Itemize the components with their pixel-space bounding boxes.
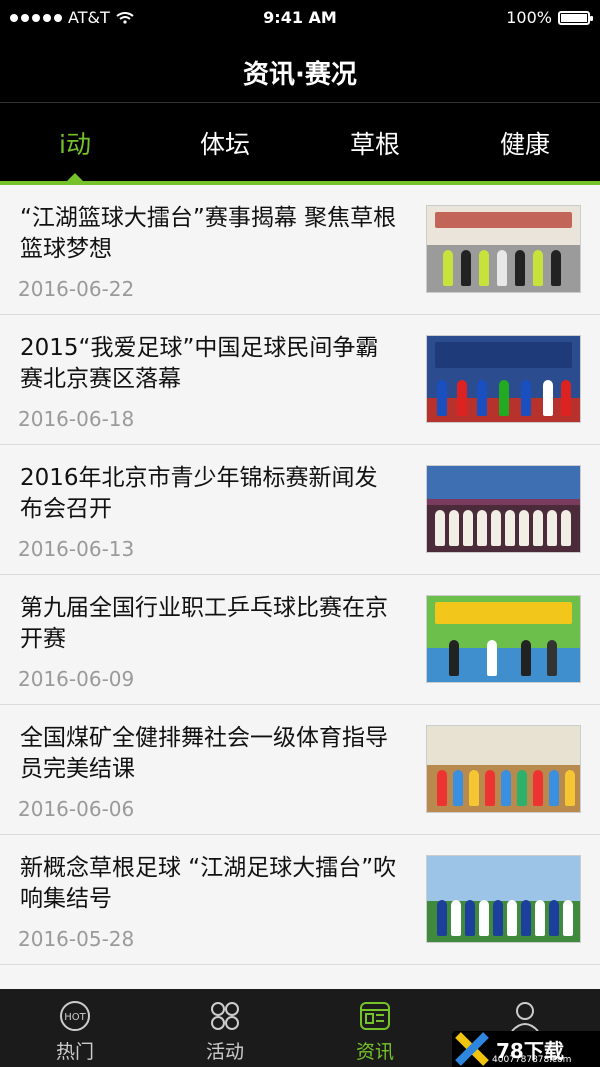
- battery-icon: [558, 10, 593, 25]
- app-screen: AT&T 9:41 AM 100% 资讯·赛况 i动 体坛 草根 健康 “江湖篮…: [0, 0, 600, 1067]
- nav-bar: 资讯·赛况: [0, 36, 600, 103]
- hot-icon: HOT: [60, 1001, 90, 1031]
- news-date: 2016-06-22: [18, 277, 135, 301]
- news-thumbnail: [426, 595, 581, 683]
- category-tabs: i动 体坛 草根 健康: [0, 103, 600, 182]
- bottom-tab-hot[interactable]: HOT 热门: [0, 989, 150, 1067]
- news-title: 2015“我爱足球”中国足球民间争霸赛北京赛区落幕: [20, 335, 379, 392]
- news-item[interactable]: 全国煤矿全健排舞社会一级体育指导员完美结课 2016-06-06: [0, 705, 600, 835]
- news-date: 2016-06-09: [18, 667, 135, 691]
- bottom-tab-activity[interactable]: 活动: [150, 989, 300, 1067]
- news-thumbnail: [426, 335, 581, 423]
- watermark-site: 4007787878.com: [492, 1055, 572, 1065]
- news-date: 2016-06-13: [18, 537, 135, 561]
- news-title: 2016年北京市青少年锦标赛新闻发布会召开: [20, 465, 378, 522]
- news-title: 全国煤矿全健排舞社会一级体育指导员完美结课: [20, 725, 388, 782]
- watermark-logo-icon: [455, 1032, 489, 1066]
- tab-jiankang[interactable]: 健康: [450, 103, 600, 181]
- tab-label: 健康: [499, 130, 550, 159]
- battery-percent: 100%: [506, 8, 552, 27]
- news-item[interactable]: 2016年北京市青少年锦标赛新闻发布会召开 2016-06-13: [0, 445, 600, 575]
- news-icon: [360, 1002, 390, 1030]
- watermark: 78下载 4007787878.com: [452, 1031, 600, 1067]
- svg-text:HOT: HOT: [64, 1012, 86, 1023]
- profile-icon: [511, 1002, 539, 1032]
- news-thumbnail: [426, 205, 581, 293]
- tab-label: 体坛: [199, 130, 250, 159]
- news-title: 新概念草根足球 “江湖足球大擂台”吹响集结号: [20, 855, 397, 912]
- news-title: “江湖篮球大擂台”赛事揭幕 聚焦草根篮球梦想: [20, 205, 397, 262]
- tab-titan[interactable]: 体坛: [150, 103, 300, 181]
- news-item[interactable]: 2015“我爱足球”中国足球民间争霸赛北京赛区落幕 2016-06-18: [0, 315, 600, 445]
- tab-label: 草根: [349, 130, 400, 159]
- bottom-tab-news[interactable]: 资讯: [300, 989, 450, 1067]
- tab-label: i动: [59, 130, 91, 159]
- grid-icon: [211, 1002, 239, 1030]
- news-title: 第九届全国行业职工乒乓球比赛在京开赛: [20, 595, 388, 652]
- bottom-tab-label: 热门: [55, 1041, 94, 1063]
- bottom-tab-label: 活动: [205, 1041, 244, 1063]
- news-item[interactable]: 新概念草根足球 “江湖足球大擂台”吹响集结号 2016-05-28: [0, 835, 600, 965]
- status-right: 100%: [506, 8, 593, 27]
- tab-idong[interactable]: i动: [0, 103, 150, 182]
- news-thumbnail: [426, 725, 581, 813]
- bottom-tab-label: 资讯: [355, 1041, 394, 1063]
- news-item[interactable]: 第九届全国行业职工乒乓球比赛在京开赛 2016-06-09: [0, 575, 600, 705]
- news-item[interactable]: “江湖篮球大擂台”赛事揭幕 聚焦草根篮球梦想 2016-06-22: [0, 185, 600, 315]
- news-date: 2016-06-06: [18, 797, 135, 821]
- news-list: “江湖篮球大擂台”赛事揭幕 聚焦草根篮球梦想 2016-06-22 2015“我…: [0, 185, 600, 965]
- page-title: 资讯·赛况: [243, 60, 357, 90]
- news-thumbnail: [426, 465, 581, 553]
- status-bar: AT&T 9:41 AM 100%: [0, 0, 600, 36]
- news-thumbnail: [426, 855, 581, 943]
- tab-caogen[interactable]: 草根: [300, 103, 450, 181]
- news-date: 2016-06-18: [18, 407, 135, 431]
- news-date: 2016-05-28: [18, 927, 135, 951]
